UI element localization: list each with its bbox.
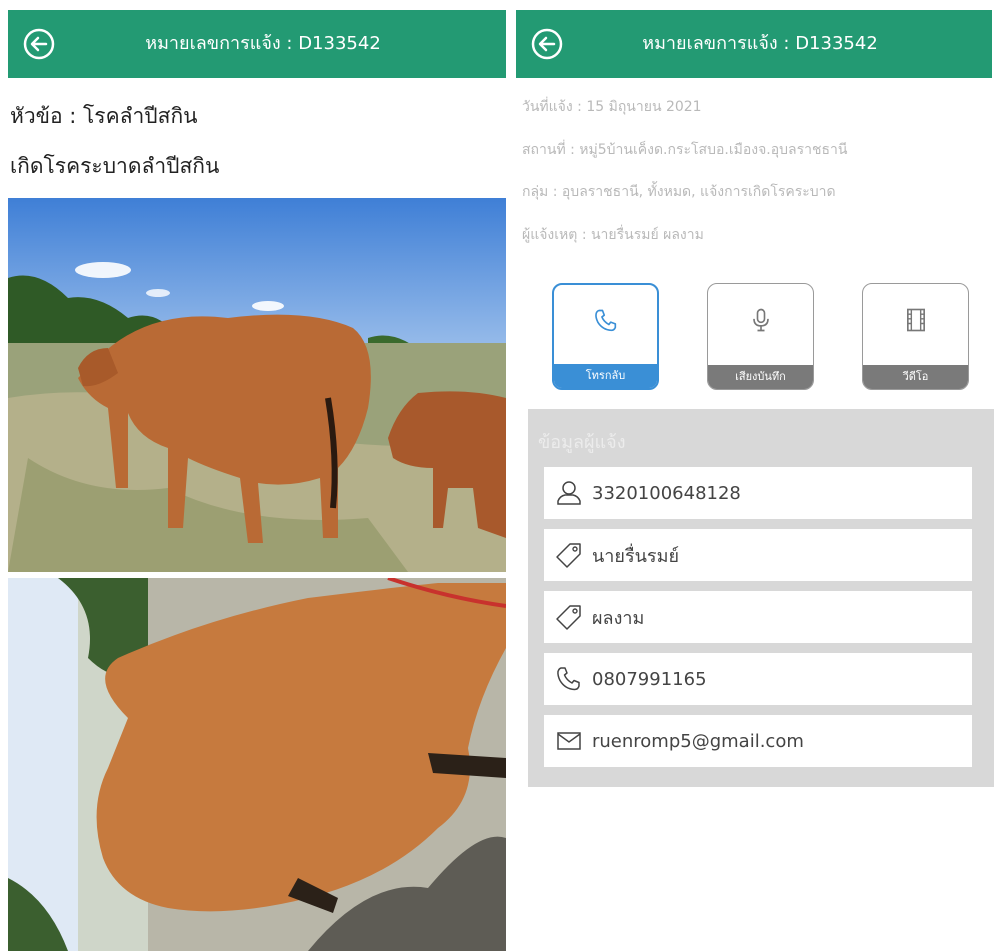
reporter-info-section: ข้อมูลผู้แจ้ง 3320100648128 นายรื่นรมย์ … — [528, 409, 994, 787]
header-bar: หมายเลขการแจ้ง : D133542 — [8, 10, 506, 78]
first-name: นายรื่นรมย์ — [592, 545, 680, 567]
phone-number: 0807991165 — [592, 668, 707, 690]
email-row[interactable]: ruenromp5@gmail.com — [544, 715, 972, 767]
tag-icon — [554, 602, 584, 632]
email: ruenromp5@gmail.com — [592, 730, 804, 752]
reporter-detail-panel: หมายเลขการแจ้ง : D133542 วันที่แจ้ง : 15… — [514, 0, 994, 951]
tag-icon — [554, 540, 584, 570]
report-detail-panel: หมายเลขการแจ้ง : D133542 หัวข้อ : โรคลำป… — [0, 0, 508, 951]
first-name-row: นายรื่นรมย์ — [544, 529, 972, 581]
cattle-photo-1[interactable] — [8, 198, 506, 572]
cattle-photo-2[interactable] — [8, 578, 506, 951]
video-label: วีดีโอ — [863, 365, 968, 389]
report-topic: หัวข้อ : โรคลำปีสกิน — [10, 104, 198, 128]
microphone-icon — [708, 306, 813, 340]
voice-record-button[interactable]: เสียงบันทึก — [707, 283, 814, 390]
voice-record-label: เสียงบันทึก — [708, 365, 813, 389]
cattle-photo-2-image — [8, 578, 506, 951]
film-icon — [863, 306, 968, 340]
user-icon — [554, 478, 584, 508]
header-title: หมายเลขการแจ้ง : D133542 — [642, 33, 878, 54]
id-number-row: 3320100648128 — [544, 467, 972, 519]
video-button[interactable]: วีดีโอ — [862, 283, 969, 390]
phone-icon — [554, 307, 657, 341]
phone-icon — [554, 664, 584, 694]
header-bar: หมายเลขการแจ้ง : D133542 — [516, 10, 992, 78]
back-arrow-icon — [23, 28, 55, 60]
id-number: 3320100648128 — [592, 482, 741, 504]
report-group: กลุ่ม : อุบลราชธานี, ทั้งหมด, แจ้งการเกิ… — [522, 184, 836, 200]
mail-icon — [554, 726, 584, 756]
report-place: สถานที่ : หมู่5บ้านเค็งด.กระโสบอ.เมืองจ.… — [522, 142, 848, 158]
report-date: วันที่แจ้ง : 15 มิถุนายน 2021 — [522, 99, 702, 115]
reporter-info-title: ข้อมูลผู้แจ้ง — [538, 432, 626, 453]
phone-row[interactable]: 0807991165 — [544, 653, 972, 705]
report-description: เกิดโรคระบาดลำปีสกิน — [10, 154, 220, 178]
header-title: หมายเลขการแจ้ง : D133542 — [145, 33, 381, 54]
back-arrow-icon — [531, 28, 563, 60]
call-back-label: โทรกลับ — [554, 364, 657, 388]
report-reporter: ผู้แจ้งเหตุ : นายรื่นรมย์ ผลงาม — [522, 227, 704, 243]
cattle-photo-1-image — [8, 198, 506, 572]
last-name-row: ผลงาม — [544, 591, 972, 643]
call-back-button[interactable]: โทรกลับ — [552, 283, 659, 390]
last-name: ผลงาม — [592, 607, 645, 629]
back-button[interactable] — [530, 27, 564, 61]
back-button[interactable] — [22, 27, 56, 61]
